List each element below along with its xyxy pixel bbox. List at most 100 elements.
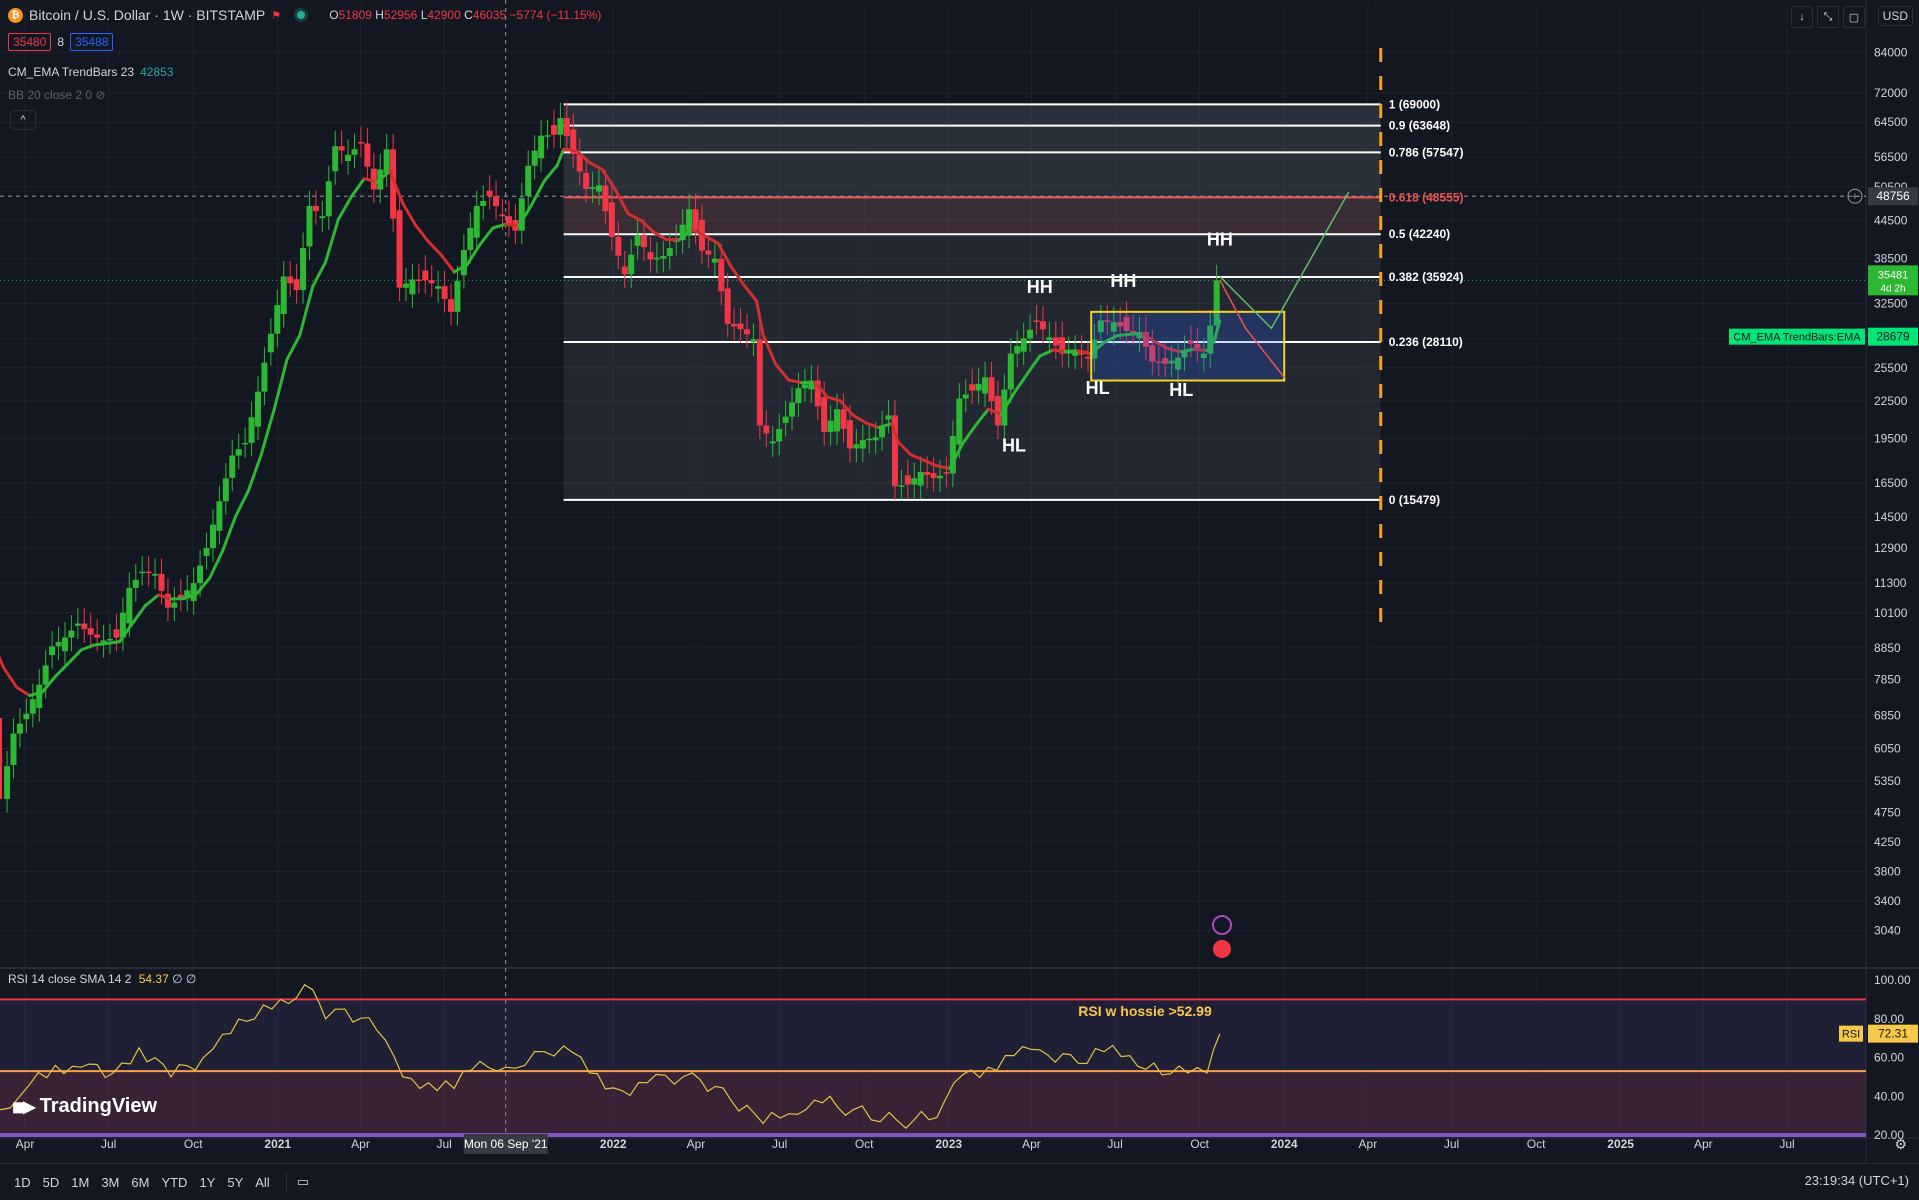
ema-line-segment [55,663,68,676]
indicator-ema-label: CM_EMA TrendBars 23 [8,65,134,79]
candle-body [693,209,699,230]
ema-line-segment [1053,350,1066,351]
ema-line-segment [802,382,815,383]
timeframe-5d[interactable]: 5D [43,1175,60,1190]
candle-body [94,635,100,638]
ohlc-values: O51809 H52956 L42900 C46035 −5774 (−11.1… [329,8,601,22]
ema-line-segment [544,165,557,181]
timeframe-5y[interactable]: 5Y [227,1175,243,1190]
candle-body [223,478,229,501]
rsi-low-band [0,1071,1866,1135]
collapse-pane-icon[interactable]: ⤡ [1817,6,1839,28]
candle-body [197,566,203,584]
arrow-down-icon[interactable]: ↓ [1791,6,1813,28]
timeframe-1d[interactable]: 1D [14,1175,31,1190]
candle-body [828,421,834,432]
rsi-tick-label: 80.00 [1874,1012,1904,1026]
candle-body [545,135,551,137]
spread-value: 8 [57,35,64,49]
candle-body [68,631,74,638]
ema-line-segment [133,606,146,624]
candle-body [1021,338,1027,351]
currency-selector[interactable]: USD [1878,6,1913,26]
time-tick-label: Jul [1444,1137,1459,1151]
candle-body [860,440,866,448]
time-tick-label: Apr [687,1137,706,1151]
timeframe-1y[interactable]: 1Y [199,1175,215,1190]
rsi-name-label: RSI [1842,1029,1860,1041]
candle-body [1008,354,1014,390]
flag-icon[interactable]: ⚑ [271,9,283,21]
rsi-legend[interactable]: RSI 14 close SMA 14 2 54.37 ∅ ∅ [8,972,196,986]
candle-body [1014,346,1020,354]
ema-line-segment [236,491,249,517]
candle-body [448,299,454,312]
price-tick-label: 8850 [1874,641,1901,655]
candle-body [81,624,87,630]
candle-body [339,146,345,150]
ema-line-segment [351,179,364,197]
ema-line-segment [326,219,339,262]
candle-body [590,187,596,189]
rsi-value: 54.37 [139,972,169,986]
timeframe-all[interactable]: All [255,1175,269,1190]
price-tick-label: 44500 [1874,213,1908,227]
ema-line-segment [403,203,416,225]
symbol-title[interactable]: Bitcoin / U.S. Dollar · 1W · BITSTAMP [29,7,265,23]
buy-button[interactable]: 35488 [70,33,113,51]
crosshair-date-label: Mon 06 Sep '21 [464,1137,548,1151]
timeframe-6m[interactable]: 6M [131,1175,149,1190]
candle-body [557,118,563,135]
time-tick-label: 2025 [1607,1137,1634,1151]
consolidation-box [1091,312,1284,381]
candle-body [326,181,332,216]
indicator-bb-legend[interactable]: BB 20 close 2 0 ⊘ [8,88,105,102]
fib-level-label: 0.618 (48555) [1389,190,1464,204]
last-price-value: 35481 [1878,269,1909,281]
candle-body [1085,357,1091,359]
maximize-icon[interactable]: ▢ [1843,6,1865,28]
gear-icon[interactable]: ⚙ [1894,1136,1907,1153]
timeframe-1m[interactable]: 1M [71,1175,89,1190]
collapse-legend-button[interactable]: ^ [10,110,36,130]
price-tick-label: 3040 [1874,924,1901,938]
ema-name-label: CM_EMA TrendBars:EMA [1733,332,1861,344]
candle-body [30,699,36,714]
fib-level-label: 0 (15479) [1389,493,1440,507]
timeframe-3m[interactable]: 3M [101,1175,119,1190]
candle-body [654,258,660,260]
rsi-current-value: 72.31 [1878,1027,1908,1041]
candle-body [242,443,248,445]
ema-value: 28679 [1876,330,1910,344]
calendar-icon[interactable]: ▭ [297,1174,309,1190]
rsi-label: RSI 14 close SMA 14 2 [8,972,131,986]
ema-line-segment [145,595,158,606]
price-tick-label: 14500 [1874,510,1908,524]
candle-body [11,734,17,765]
hidden-eye-icon[interactable]: ⊘ [95,88,105,102]
fib-level-label: 0.5 (42240) [1389,227,1450,241]
price-tick-label: 72000 [1874,86,1908,100]
price-tick-label: 16500 [1874,476,1908,490]
candle-body [126,588,132,623]
price-tick-label: 19500 [1874,432,1908,446]
candle-body [982,377,988,393]
candle-body [976,384,982,391]
candle-body [1027,330,1033,339]
time-tick-label: Jul [1779,1137,1794,1151]
candle-body [725,288,731,323]
ema-line-segment [313,262,326,287]
candle-body [36,685,42,709]
candle-body [268,334,274,353]
rsi-note: RSI w hossie >52.99 [1078,1003,1212,1019]
sell-button[interactable]: 35480 [8,33,51,51]
candle-body [133,580,139,588]
ema-line-segment [338,197,351,219]
timeframe-ytd[interactable]: YTD [161,1175,187,1190]
candle-body [628,255,634,275]
ema-line-segment [210,551,223,578]
ema-line-segment [287,335,300,359]
indicator-ema-legend[interactable]: CM_EMA TrendBars 2342853 [8,65,173,79]
price-chart[interactable]: 1 (69000)0.9 (63648)0.786 (57547)0.618 (… [0,0,1919,1199]
time-tick-label: Jul [436,1137,451,1151]
